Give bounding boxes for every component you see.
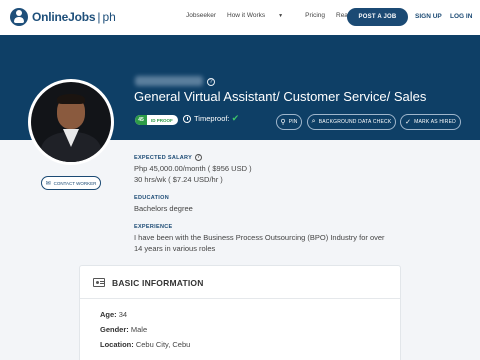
logo-text: OnlineJobs	[32, 10, 96, 24]
pin-icon: ⚲	[280, 119, 286, 126]
experience-heading: EXPERIENCE	[134, 224, 173, 230]
job-title: General Virtual Assistant/ Customer Serv…	[134, 89, 427, 104]
profile-photo	[31, 82, 111, 162]
age-label: Age:	[100, 310, 117, 319]
login-link[interactable]: LOG IN	[450, 13, 472, 20]
clock-icon	[183, 114, 191, 123]
pin-button[interactable]: ⚲ PIN	[276, 114, 302, 130]
post-job-button[interactable]: POST A JOB	[347, 8, 408, 26]
background-check-label: BACKGROUND DATA CHECK	[318, 119, 392, 125]
question-icon[interactable]: ?	[207, 78, 215, 86]
experience-line-1: I have been with the Business Process Ou…	[134, 233, 385, 242]
nav-jobseeker[interactable]: Jobseeker	[186, 12, 216, 19]
education-heading: EDUCATION	[134, 195, 169, 201]
card-header: BASIC INFORMATION	[80, 266, 400, 299]
check-circle-icon: ✓	[405, 119, 412, 126]
location-value: Cebu City, Cebu	[135, 340, 191, 349]
timeproof-status: Timeproof: ✔	[183, 113, 239, 124]
timeproof-label: Timeproof:	[194, 114, 230, 123]
nav-how-it-works[interactable]: How it Works ▼	[227, 12, 294, 19]
mark-as-hired-label: MARK AS HIRED	[414, 119, 456, 125]
mark-as-hired-button[interactable]: ✓ MARK AS HIRED	[400, 114, 461, 130]
id-card-icon	[93, 278, 105, 287]
location-row: Location: Cebu City, Cebu	[100, 340, 190, 349]
location-label: Location:	[100, 340, 134, 349]
salary-monthly: Php 45,000.00/month ( $956 USD )	[134, 164, 252, 173]
id-proof-number: 45	[135, 115, 147, 125]
salary-hourly: 30 hrs/wk ( $7.24 USD/hr )	[134, 175, 223, 184]
blurred-worker-name	[135, 76, 203, 86]
education-value: Bachelors degree	[134, 204, 193, 213]
site-logo[interactable]: OnlineJobs | ph	[10, 8, 116, 26]
expected-salary-heading: EXPECTED SALARY?	[134, 154, 203, 161]
signup-link[interactable]: SIGN UP	[415, 13, 442, 20]
question-icon[interactable]: ?	[195, 154, 203, 161]
pin-label: PIN	[288, 119, 298, 125]
contact-worker-label: CONTACT WORKER	[53, 180, 97, 186]
card-title: BASIC INFORMATION	[112, 278, 204, 288]
search-icon: ⌕	[311, 118, 316, 125]
logo-icon	[10, 8, 28, 26]
expected-salary-heading-label: EXPECTED SALARY	[134, 154, 193, 161]
experience-line-2: 14 years in various roles	[134, 244, 216, 253]
nav-how-it-works-label: How it Works	[227, 12, 266, 19]
nav-pricing[interactable]: Pricing	[305, 12, 325, 19]
basic-information-card: BASIC INFORMATION Age: 34 Gender: Male L…	[79, 265, 401, 360]
id-proof-badge: 45 ID PROOF	[135, 115, 178, 125]
background-check-button[interactable]: ⌕ BACKGROUND DATA CHECK	[307, 114, 396, 130]
id-proof-label: ID PROOF	[151, 117, 173, 123]
top-nav: OnlineJobs | ph Jobseeker How it Works ▼ …	[0, 0, 480, 35]
gender-row: Gender: Male	[100, 325, 147, 334]
logo-suffix: ph	[102, 10, 116, 24]
logo-separator: |	[97, 10, 101, 24]
age-row: Age: 34	[100, 310, 127, 319]
mail-icon: ✉	[45, 180, 51, 187]
avatar	[28, 79, 114, 165]
check-icon: ✔	[231, 113, 240, 123]
contact-worker-button[interactable]: ✉ CONTACT WORKER	[41, 176, 101, 190]
age-value: 34	[118, 310, 128, 319]
chevron-down-icon: ▼	[278, 13, 284, 19]
gender-label: Gender:	[100, 325, 129, 334]
gender-value: Male	[130, 325, 148, 334]
